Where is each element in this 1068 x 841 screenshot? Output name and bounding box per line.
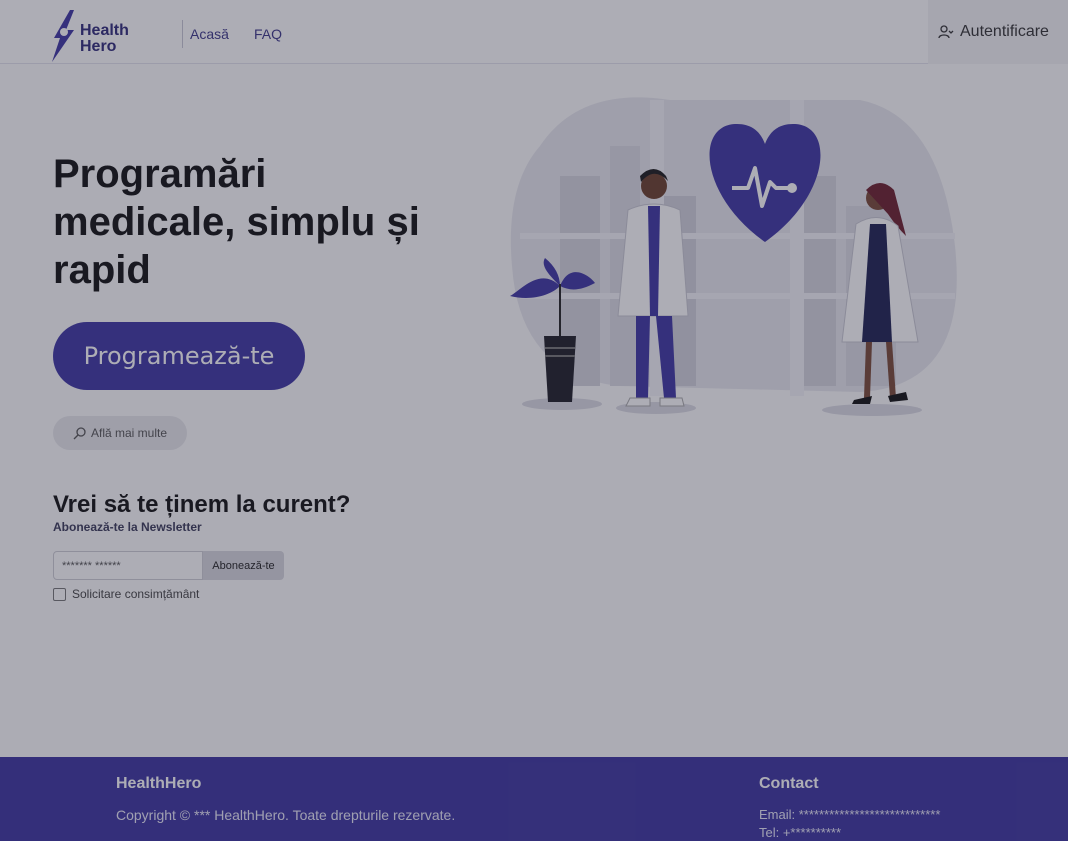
newsletter-title: Vrei să te ținem la curent? bbox=[53, 491, 351, 518]
user-login-icon bbox=[938, 25, 954, 39]
healthhero-logo[interactable]: Health Hero bbox=[44, 8, 164, 62]
book-appointment-button[interactable]: Programează-te bbox=[53, 322, 305, 390]
nav-link-faq[interactable]: FAQ bbox=[254, 26, 282, 42]
footer-copyright: Copyright © *** HealthHero. Toate dreptu… bbox=[116, 807, 456, 823]
learn-more-label: Află mai multe bbox=[91, 426, 168, 440]
hero-title: Programări medicale, simplu și rapid bbox=[53, 152, 420, 292]
footer-email[interactable]: Email: **************************** bbox=[759, 807, 940, 822]
logo-text-hero: Hero bbox=[80, 38, 117, 55]
consent-checkbox[interactable] bbox=[53, 587, 66, 601]
subscribe-button[interactable]: Abonează-te bbox=[203, 551, 284, 580]
nav-divider bbox=[182, 20, 183, 48]
login-label: Autentificare bbox=[960, 23, 1049, 40]
nav-link-home[interactable]: Acasă bbox=[190, 26, 229, 42]
top-navigation-bar: Health Hero Acasă FAQ Autentificare bbox=[0, 0, 1068, 64]
footer-contact-title: Contact bbox=[759, 775, 819, 792]
footer-phone[interactable]: Tel: +********** bbox=[759, 825, 841, 840]
login-button[interactable]: Autentificare bbox=[928, 0, 1068, 64]
logo-icon bbox=[52, 10, 74, 62]
learn-more-button[interactable]: Află mai multe bbox=[53, 416, 187, 450]
newsletter-email-input[interactable] bbox=[53, 551, 203, 580]
consent-checkbox-row[interactable]: Solicitare consimțământ bbox=[53, 587, 199, 601]
doctors-illustration bbox=[510, 97, 957, 416]
site-footer: HealthHero Copyright © *** HealthHero. T… bbox=[0, 757, 1068, 841]
newsletter-subtitle: Abonează-te la Newsletter bbox=[53, 520, 202, 534]
footer-brand: HealthHero bbox=[116, 775, 202, 792]
consent-label: Solicitare consimțământ bbox=[72, 587, 200, 601]
search-icon bbox=[73, 427, 86, 440]
